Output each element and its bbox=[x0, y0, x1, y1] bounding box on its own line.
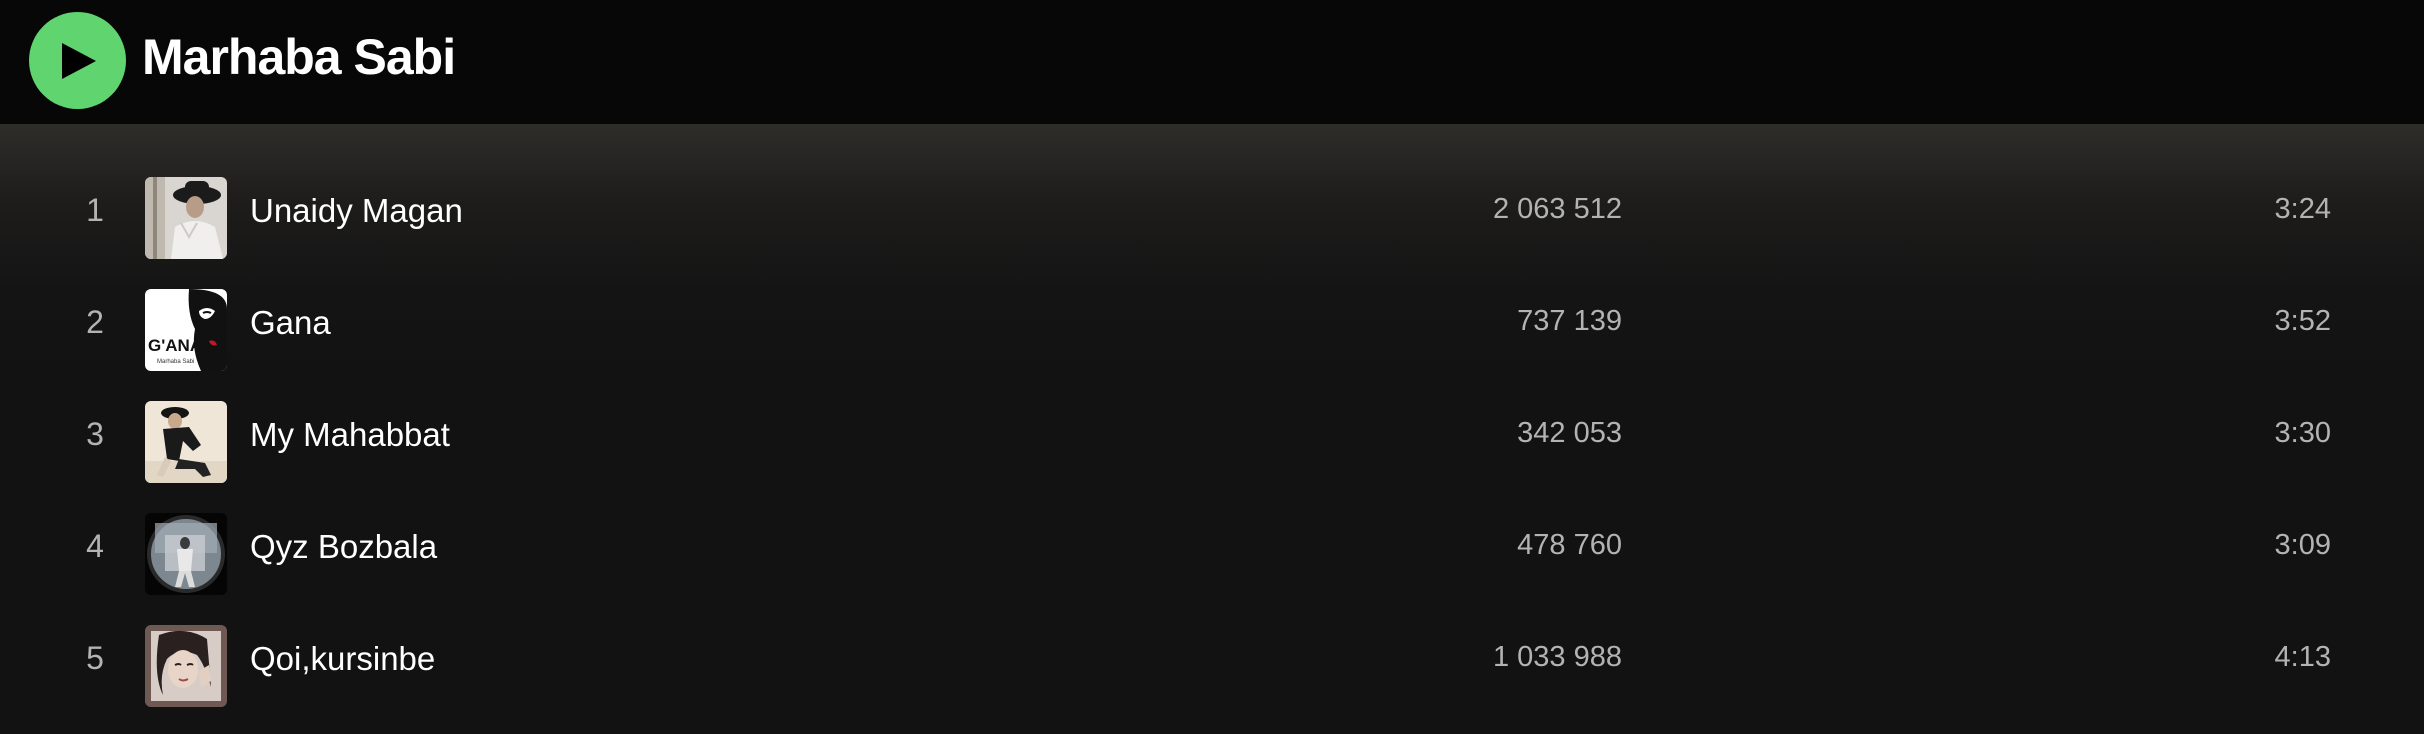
track-play-count: 342 053 bbox=[1517, 417, 1622, 449]
track-number: 5 bbox=[86, 640, 104, 676]
artist-page: Marhaba Sabi 1 Unaidy Magan 2 063 512 3:… bbox=[0, 0, 2424, 734]
track-duration: 3:09 bbox=[2274, 529, 2331, 561]
track-cover-image bbox=[145, 401, 227, 483]
track-title[interactable]: My Mahabbat bbox=[250, 416, 450, 454]
track-title[interactable]: Unaidy Magan bbox=[250, 192, 463, 230]
track-play-count: 2 063 512 bbox=[1492, 193, 1622, 225]
track-row[interactable]: 1 Unaidy Magan 2 063 512 3:24 bbox=[0, 162, 2424, 274]
track-duration: 3:52 bbox=[2274, 305, 2331, 337]
track-number: 2 bbox=[86, 304, 104, 340]
track-duration: 3:24 bbox=[2274, 193, 2331, 225]
play-icon bbox=[62, 43, 96, 79]
track-number: 4 bbox=[86, 528, 104, 564]
track-cover-image bbox=[145, 513, 227, 595]
artist-name: Marhaba Sabi bbox=[142, 29, 456, 85]
track-title[interactable]: Gana bbox=[250, 304, 331, 342]
track-title[interactable]: Qoi,kursinbe bbox=[250, 640, 435, 678]
track-duration: 3:30 bbox=[2274, 417, 2331, 449]
track-play-count: 737 139 bbox=[1517, 305, 1622, 337]
track-number: 1 bbox=[86, 192, 104, 228]
track-play-count: 1 033 988 bbox=[1492, 641, 1622, 673]
track-row[interactable]: 4 Qyz Bozbala 478 760 3:09 bbox=[0, 498, 2424, 610]
cover-subtitle-text: Marhaba Sabi bbox=[157, 359, 194, 365]
track-list: 1 Unaidy Magan 2 063 512 3:24 2 G'ANA Ma… bbox=[0, 124, 2424, 734]
track-cover-image bbox=[145, 625, 227, 707]
track-number: 3 bbox=[86, 416, 104, 452]
track-duration: 4:13 bbox=[2274, 641, 2331, 673]
track-cover-image: G'ANA Marhaba Sabi bbox=[145, 289, 227, 371]
track-row[interactable]: 5 Qoi,kursinbe 1 033 988 4:13 bbox=[0, 610, 2424, 722]
track-row[interactable]: 2 G'ANA Marhaba Sabi Gana 737 139 3:52 bbox=[0, 274, 2424, 386]
track-play-count: 478 760 bbox=[1517, 529, 1622, 561]
track-title[interactable]: Qyz Bozbala bbox=[250, 528, 437, 566]
track-cover-image bbox=[145, 177, 227, 259]
play-button[interactable] bbox=[29, 12, 126, 109]
track-row[interactable]: 3 My Mahabbat 342 053 3:30 bbox=[0, 386, 2424, 498]
artist-header: Marhaba Sabi bbox=[0, 0, 2424, 124]
cover-title-text: G'ANA bbox=[148, 336, 202, 355]
